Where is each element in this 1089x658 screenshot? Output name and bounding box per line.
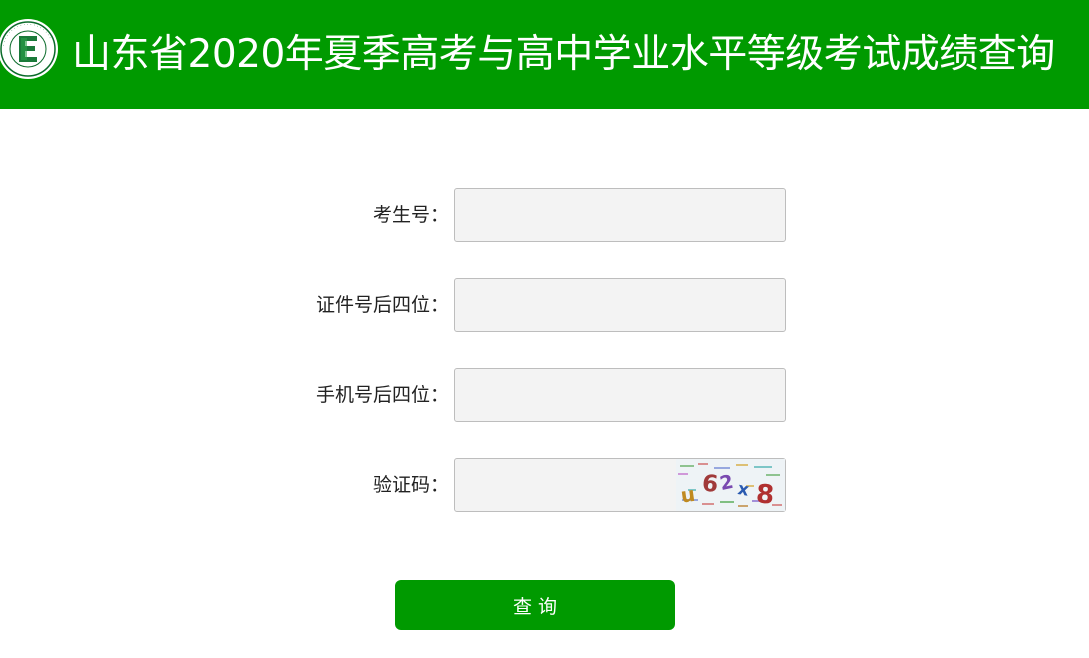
form-row-id-last4: 证件号后四位： <box>0 278 1089 332</box>
page-title: 山东省2020年夏季高考与高中学业水平等级考试成绩查询 <box>72 32 1055 77</box>
svg-text:6: 6 <box>701 470 720 498</box>
svg-text:8: 8 <box>755 479 775 510</box>
logo-icon: · · · · · · · · · · · · · · · · · · · <box>0 19 58 79</box>
form-row-captcha: 验证码： u 6 2 x 8 <box>0 458 1089 512</box>
exam-number-label: 考生号： <box>372 204 449 226</box>
form-row-phone-last4: 手机号后四位： <box>0 368 1089 422</box>
form-row-exam-number: 考生号： <box>0 188 1089 242</box>
phone-last4-label: 手机号后四位： <box>315 384 449 406</box>
captcha-label: 验证码： <box>372 474 449 496</box>
phone-last4-input[interactable] <box>454 368 786 422</box>
id-last4-label: 证件号后四位： <box>315 294 449 316</box>
exam-number-input[interactable] <box>454 188 786 242</box>
query-button[interactable]: 查询 <box>395 580 675 630</box>
captcha-image[interactable]: u 6 2 x 8 <box>676 459 785 511</box>
page-header: · · · · · · · · · · · · · · · · · · · 山东… <box>0 0 1089 109</box>
id-last4-input[interactable] <box>454 278 786 332</box>
